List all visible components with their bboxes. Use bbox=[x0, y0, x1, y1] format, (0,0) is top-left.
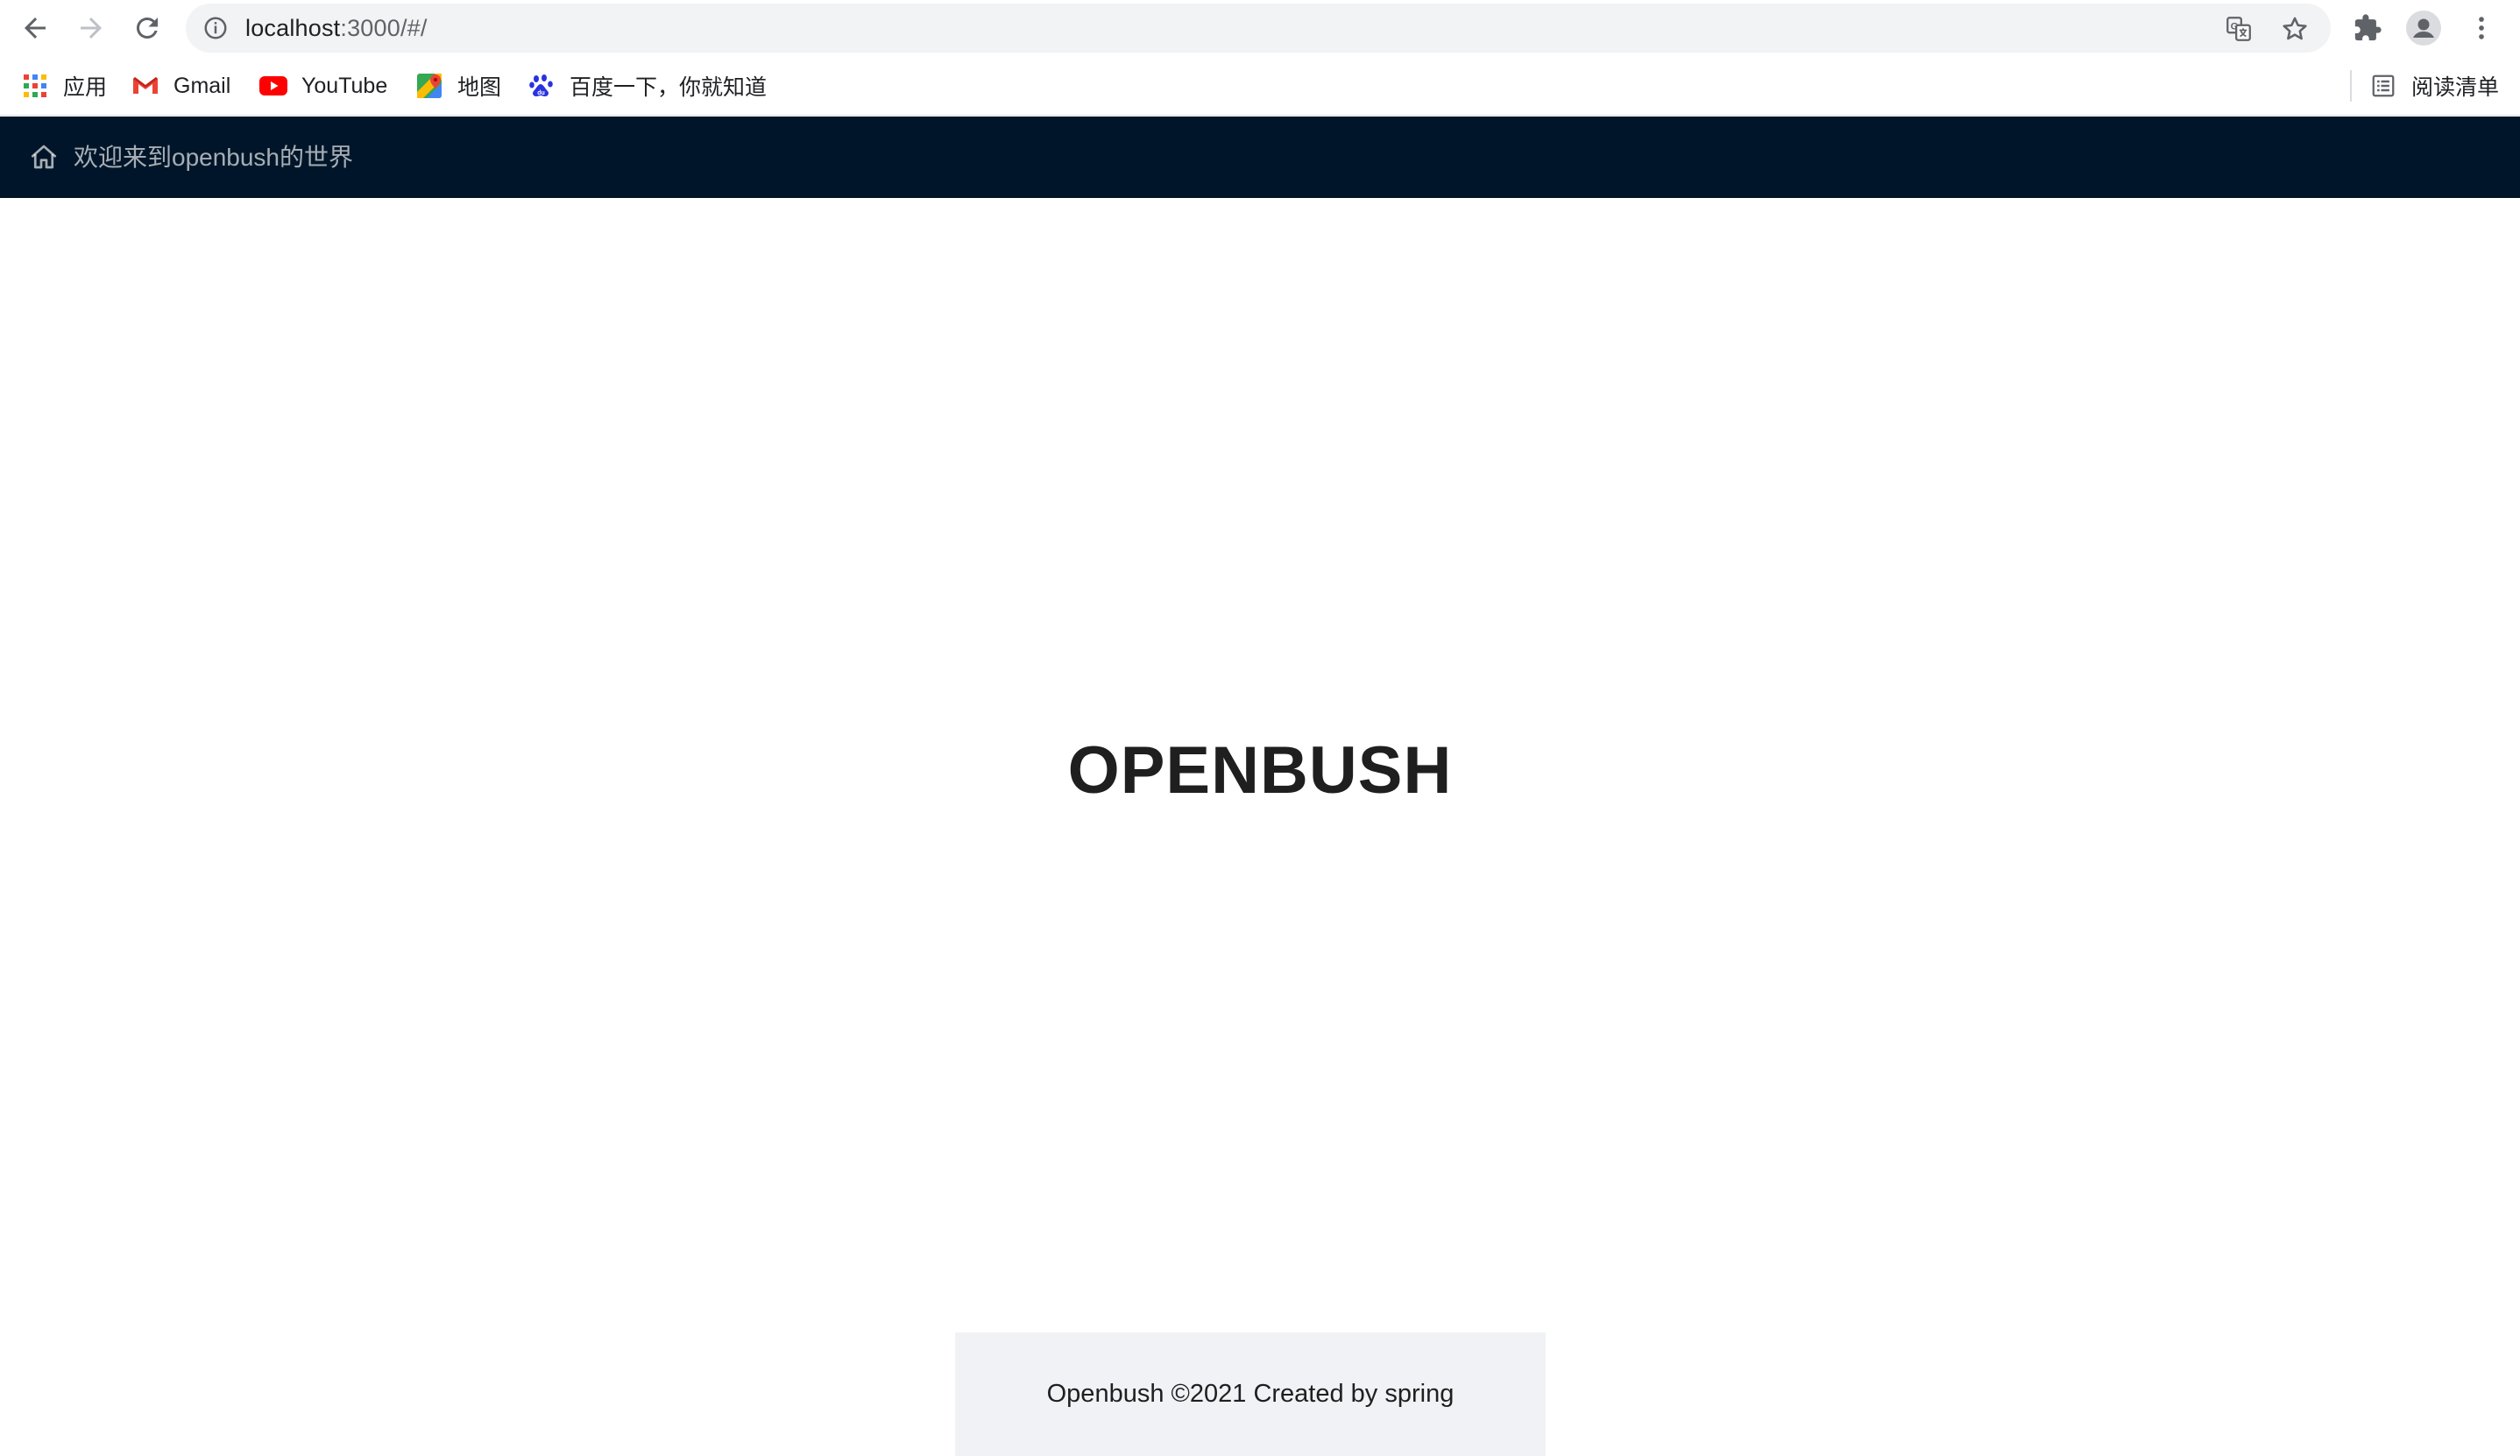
profile-avatar-icon[interactable] bbox=[2406, 11, 2441, 46]
translate-icon[interactable]: G bbox=[2224, 14, 2254, 44]
bookmarks-separator bbox=[2350, 70, 2352, 102]
bookmark-gmail[interactable]: Gmail bbox=[131, 68, 230, 103]
page-title: OPENBUSH bbox=[1067, 733, 1453, 808]
baidu-paw-icon: du bbox=[527, 72, 556, 100]
apps-grid-icon bbox=[21, 72, 49, 100]
bookmark-apps[interactable]: 应用 bbox=[21, 68, 107, 103]
bookmark-baidu[interactable]: du 百度一下，你就知道 bbox=[527, 68, 767, 103]
url-host: localhost bbox=[245, 15, 341, 41]
page-footer: Openbush ©2021 Created by spring bbox=[955, 1332, 1546, 1456]
reload-icon bbox=[137, 17, 158, 39]
header-menu-item-home[interactable]: 欢迎来到openbush的世界 bbox=[74, 117, 353, 198]
reading-list-button[interactable]: 阅读清单 bbox=[2369, 68, 2499, 103]
bookmark-maps[interactable]: 地图 bbox=[415, 68, 501, 103]
bookmark-label: 应用 bbox=[63, 75, 108, 100]
bookmark-star-icon[interactable] bbox=[2280, 14, 2310, 44]
bookmark-label: 百度一下，你就知道 bbox=[570, 75, 768, 100]
url-path: :3000/#/ bbox=[340, 15, 428, 41]
maps-icon bbox=[415, 72, 443, 100]
arrow-right-icon bbox=[81, 18, 102, 39]
forward-button[interactable] bbox=[70, 7, 112, 49]
youtube-icon bbox=[259, 72, 287, 100]
reading-list-icon bbox=[2369, 72, 2397, 100]
app-header: 欢迎来到openbush的世界 bbox=[0, 117, 2520, 198]
bookmark-label: Gmail bbox=[173, 73, 231, 98]
gmail-icon bbox=[131, 72, 159, 100]
svg-text:du: du bbox=[537, 90, 545, 96]
bookmark-label: YouTube bbox=[301, 73, 388, 98]
back-button[interactable] bbox=[14, 7, 56, 49]
more-menu-icon[interactable] bbox=[2464, 11, 2499, 46]
bookmark-youtube[interactable]: YouTube bbox=[259, 68, 387, 103]
reload-button[interactable] bbox=[126, 7, 168, 49]
address-bar[interactable]: localhost:3000/#/ G bbox=[186, 4, 2331, 53]
browser-toolbar: localhost:3000/#/ G bbox=[0, 0, 2520, 56]
home-icon[interactable] bbox=[28, 141, 60, 173]
arrow-left-icon bbox=[25, 18, 46, 39]
bookmark-label: 地图 bbox=[457, 75, 502, 100]
extensions-puzzle-icon[interactable] bbox=[2350, 11, 2385, 46]
reading-list-label: 阅读清单 bbox=[2411, 75, 2500, 100]
site-info-icon[interactable] bbox=[202, 14, 230, 42]
footer-text: Openbush ©2021 Created by spring bbox=[1046, 1380, 1455, 1408]
bookmarks-bar: 应用 Gmail YouTube 地图 du 百度一下，你就知道 阅读清单 bbox=[0, 56, 2520, 116]
url-text[interactable]: localhost:3000/#/ bbox=[245, 4, 428, 53]
